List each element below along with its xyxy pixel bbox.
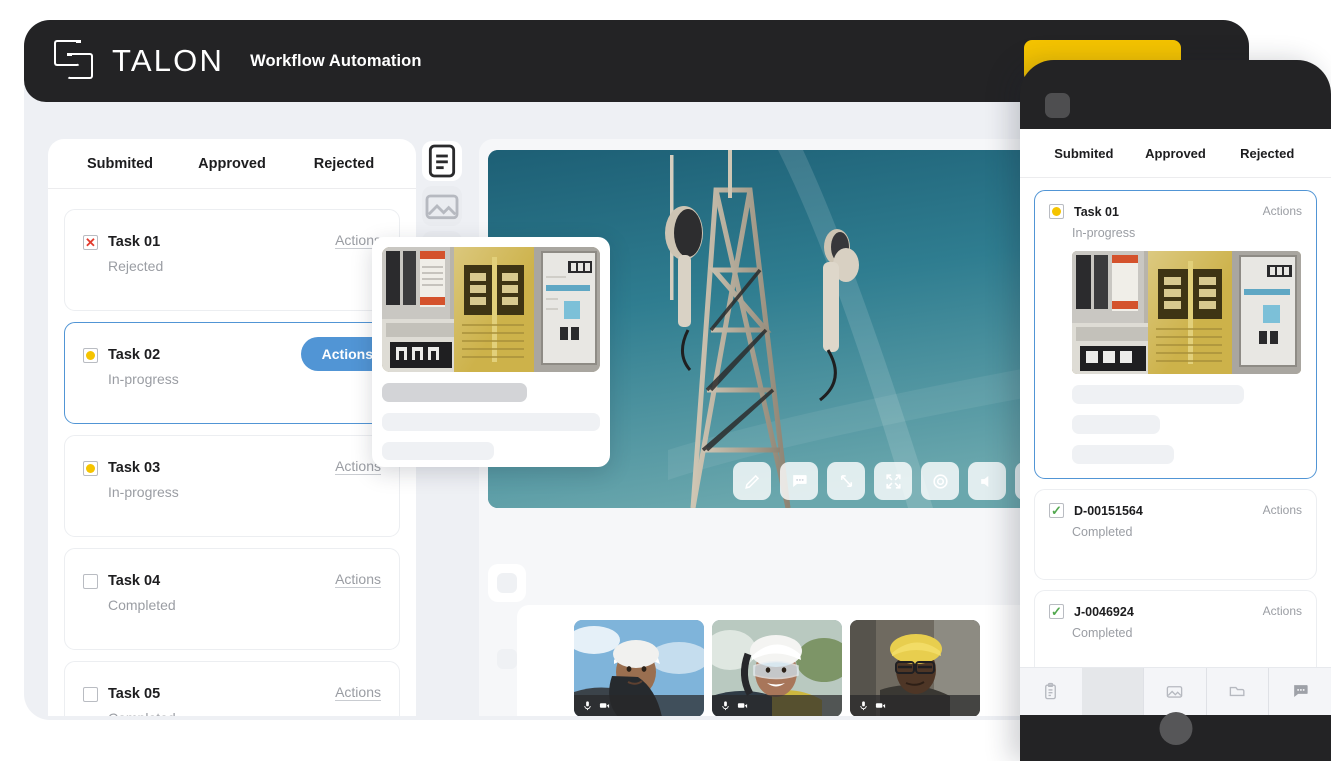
mobile-screen: Submited Approved Rejected Task 01 In-pr… (1020, 129, 1331, 715)
task-preview-popup (372, 237, 610, 467)
skeleton-line (382, 383, 527, 402)
empty-checkbox-icon[interactable] (83, 686, 98, 702)
tab-rejected[interactable]: Rejected (288, 156, 400, 172)
task-title: Task 01 (1074, 204, 1119, 219)
task-actions-link[interactable]: Actions (1263, 604, 1302, 618)
list-item[interactable] (850, 619, 980, 716)
task-status: In-progress (108, 484, 179, 500)
brand-name: TALON (112, 43, 225, 78)
skeleton-line (382, 442, 494, 460)
camera-icon (875, 703, 886, 709)
task-status: Rejected (108, 258, 164, 274)
skeleton-line (1072, 415, 1160, 434)
yellow-dot-icon[interactable] (83, 460, 98, 476)
tab-approved[interactable]: Approved (1130, 146, 1222, 161)
task-actions-link[interactable]: Actions (335, 684, 381, 701)
nav-clipboard-icon[interactable] (1020, 668, 1082, 715)
hero-toolbar (733, 462, 1053, 500)
x-mark-icon[interactable]: ✕ (83, 234, 98, 250)
tile-status-bar (712, 694, 842, 716)
camera-icon (599, 703, 610, 709)
task-status: In-progress (1072, 226, 1136, 240)
rail-document-icon[interactable] (422, 141, 462, 181)
brand-logo: TALON (54, 40, 224, 82)
task-row[interactable]: ✕ Task 01 Rejected Actions (64, 209, 400, 311)
pencil-icon[interactable] (733, 462, 771, 500)
mobile-bottom-nav (1020, 667, 1331, 715)
green-check-icon[interactable]: ✓ (1049, 604, 1064, 619)
task-title: Task 05 (108, 686, 161, 702)
task-actions-link[interactable]: Actions (1263, 503, 1302, 517)
list-item[interactable] (574, 619, 704, 716)
task-title: Task 03 (108, 460, 161, 476)
rail-image-icon[interactable] (422, 186, 462, 226)
task-list: ✕ Task 01 Rejected Actions Task 02 In-pr… (48, 189, 416, 716)
task-status: Completed (1072, 626, 1133, 640)
front-camera-icon (1045, 93, 1070, 118)
popup-image (382, 247, 600, 372)
task-status: Completed (108, 597, 176, 613)
list-item[interactable]: Task 01 In-progress Actions (1034, 190, 1317, 479)
task-status: Completed (1072, 525, 1133, 539)
tile-status-bar (850, 694, 980, 716)
placeholder-tile[interactable] (488, 564, 526, 602)
speaker-icon[interactable] (968, 462, 1006, 500)
task-tabs: Submited Approved Rejected (48, 139, 416, 189)
resize-arrow-icon[interactable] (827, 462, 865, 500)
list-item[interactable]: ✓ D-00151564 Completed Actions (1034, 489, 1317, 580)
chat-bubble-icon[interactable] (780, 462, 818, 500)
green-check-icon[interactable]: ✓ (1049, 503, 1064, 518)
nav-folder-icon[interactable] (1205, 668, 1269, 715)
mobile-tabs: Submited Approved Rejected (1020, 129, 1331, 178)
mobile-device-frame: Submited Approved Rejected Task 01 In-pr… (1020, 60, 1331, 761)
task-title: D-00151564 (1074, 503, 1143, 518)
mic-icon (722, 701, 729, 711)
task-title: Task 02 (108, 347, 161, 363)
record-target-icon[interactable] (921, 462, 959, 500)
nav-image-icon[interactable] (1143, 668, 1206, 715)
skeleton-line (1072, 385, 1244, 404)
yellow-dot-icon[interactable] (1049, 204, 1064, 219)
mobile-task-list: Task 01 In-progress Actions ✓ D-00151564… (1020, 178, 1331, 681)
tab-submited[interactable]: Submited (1038, 146, 1130, 161)
task-title: Task 01 (108, 234, 161, 250)
nav-active-cell[interactable] (1081, 668, 1144, 715)
task-row[interactable]: Task 02 In-progress Actions (64, 322, 400, 424)
tab-rejected[interactable]: Rejected (1221, 146, 1313, 161)
empty-checkbox-icon[interactable] (83, 573, 98, 589)
task-actions-link[interactable]: Actions (335, 571, 381, 588)
tile-status-bar (574, 694, 704, 716)
app-subtitle: Workflow Automation (250, 51, 422, 70)
task-row[interactable]: Task 03 In-progress Actions (64, 435, 400, 537)
tab-approved[interactable]: Approved (176, 156, 288, 172)
task-title: Task 04 (108, 573, 161, 589)
talon-interlocking-squares-logo-icon (54, 40, 96, 82)
expand-icon[interactable] (874, 462, 912, 500)
skeleton-line (382, 413, 600, 431)
yellow-dot-icon[interactable] (83, 347, 98, 363)
skeleton-line (1072, 445, 1174, 464)
task-status: Completed (108, 710, 381, 716)
mic-icon (584, 701, 591, 711)
task-status: In-progress (108, 371, 179, 387)
mic-icon (860, 701, 867, 711)
nav-chat-bubble-icon[interactable] (1268, 668, 1331, 715)
screenshot-root: TALON Workflow Automation Submited Appro… (0, 0, 1331, 761)
task-preview-image[interactable] (1072, 251, 1301, 374)
task-panel: Submited Approved Rejected ✕ Task 01 Rej… (48, 139, 416, 716)
task-row[interactable]: Task 05 Completed Actions (64, 661, 400, 716)
list-item[interactable] (712, 619, 842, 716)
task-actions-link[interactable]: Actions (1263, 204, 1302, 218)
task-row[interactable]: Task 04 Completed Actions (64, 548, 400, 650)
home-button[interactable] (1159, 712, 1192, 745)
task-title: J-0046924 (1074, 604, 1134, 619)
tab-submited[interactable]: Submited (64, 156, 176, 172)
camera-icon (737, 703, 748, 709)
